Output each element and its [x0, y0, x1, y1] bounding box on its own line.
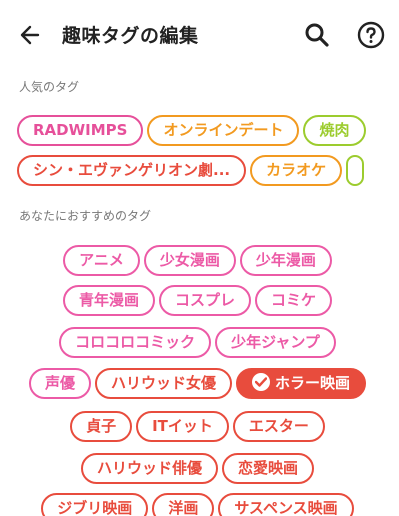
tag-chip[interactable]: 声優 — [28, 368, 91, 399]
app-header: 趣味タグの編集 — [0, 0, 399, 70]
tag-chip[interactable]: 少年ジャンプ — [215, 327, 336, 358]
recommended-tags-row: 青年漫画 コスプレ コミケ — [0, 285, 399, 319]
tag-chip[interactable]: カラオケ — [250, 155, 343, 186]
tag-label: 焼肉 — [319, 121, 350, 139]
tag-chip[interactable]: ジブリ映画 — [41, 493, 149, 516]
tag-label: 貞子 — [86, 417, 117, 435]
recommended-tags-row: 声優 ハリウッド女優 ホラー映画 — [0, 368, 399, 402]
popular-tags-row: シン・エヴァンゲリオン劇... カラオケ — [17, 155, 399, 189]
tag-chip[interactable]: サスペンス映画 — [218, 493, 354, 516]
popular-tags-label: 人気のタグ — [19, 80, 80, 94]
tag-chip[interactable]: 焼肉 — [303, 115, 366, 146]
popular-tags-row: RADWIMPS オンラインデート 焼肉 — [17, 115, 399, 149]
tag-chip[interactable]: コスプレ — [158, 285, 251, 316]
search-icon[interactable] — [303, 21, 331, 49]
tag-chip[interactable] — [346, 155, 365, 186]
tag-chip[interactable]: 少女漫画 — [143, 245, 236, 276]
tag-chip[interactable]: 洋画 — [152, 493, 215, 516]
recommended-tags-row: アニメ 少女漫画 少年漫画 — [0, 245, 399, 279]
tag-label: ジブリ映画 — [57, 499, 133, 516]
tag-chip[interactable]: エスター — [232, 411, 325, 442]
tag-label: シン・エヴァンゲリオン劇... — [33, 161, 231, 179]
tag-label: 少女漫画 — [159, 251, 220, 269]
tag-chip[interactable]: 貞子 — [70, 411, 133, 442]
tag-label: サスペンス映画 — [234, 499, 338, 516]
tag-label: 洋画 — [168, 499, 199, 516]
tag-label: ITイット — [152, 417, 213, 435]
tag-chip[interactable]: コミケ — [255, 285, 333, 316]
tag-label: カラオケ — [266, 161, 327, 179]
tag-chip[interactable]: 恋愛映画 — [222, 453, 315, 484]
tag-label: コロコロコミック — [75, 333, 196, 351]
tag-label: 少年ジャンプ — [231, 333, 320, 351]
tag-chip-selected[interactable]: ホラー映画 — [236, 368, 367, 399]
tag-label: 青年漫画 — [78, 291, 139, 309]
tag-chip[interactable]: RADWIMPS — [17, 115, 144, 146]
tag-label: ハリウッド女優 — [110, 374, 216, 392]
tag-label: ホラー映画 — [275, 374, 351, 392]
tag-chip[interactable]: 少年漫画 — [239, 245, 332, 276]
tag-label: アニメ — [79, 251, 124, 269]
tag-chip[interactable]: ハリウッド女優 — [94, 368, 232, 399]
tag-label: 声優 — [44, 374, 75, 392]
tag-label: RADWIMPS — [33, 121, 128, 139]
recommended-tags-row: コロコロコミック 少年ジャンプ — [0, 327, 399, 361]
back-arrow-icon[interactable] — [16, 20, 46, 50]
tag-chip[interactable]: オンラインデート — [147, 115, 300, 146]
tag-label: エスター — [248, 417, 309, 435]
tag-label: コミケ — [271, 291, 317, 309]
tag-label: 恋愛映画 — [238, 459, 299, 477]
recommended-tags-row: ハリウッド俳優 恋愛映画 — [0, 453, 399, 487]
page-title: 趣味タグの編集 — [62, 25, 199, 47]
tag-chip[interactable]: シン・エヴァンゲリオン劇... — [17, 155, 247, 186]
tag-label: コスプレ — [174, 291, 235, 309]
tag-label: オンラインデート — [163, 121, 284, 139]
tag-label: 少年漫画 — [255, 251, 316, 269]
tag-chip[interactable]: コロコロコミック — [59, 327, 212, 358]
tag-chip[interactable]: ハリウッド俳優 — [80, 453, 218, 484]
help-icon[interactable] — [357, 21, 385, 49]
recommended-tags-row: ジブリ映画 洋画 サスペンス映画 — [0, 493, 399, 516]
tag-chip[interactable]: 青年漫画 — [62, 285, 155, 316]
tag-chip[interactable]: ITイット — [136, 411, 229, 442]
tag-label: ハリウッド俳優 — [96, 459, 202, 477]
tag-chip[interactable]: アニメ — [63, 245, 140, 276]
check-icon — [252, 372, 270, 391]
recommended-tags-row: 貞子 ITイット エスター — [0, 411, 399, 445]
recommended-tags-label: あなたにおすすめのタグ — [19, 209, 152, 223]
